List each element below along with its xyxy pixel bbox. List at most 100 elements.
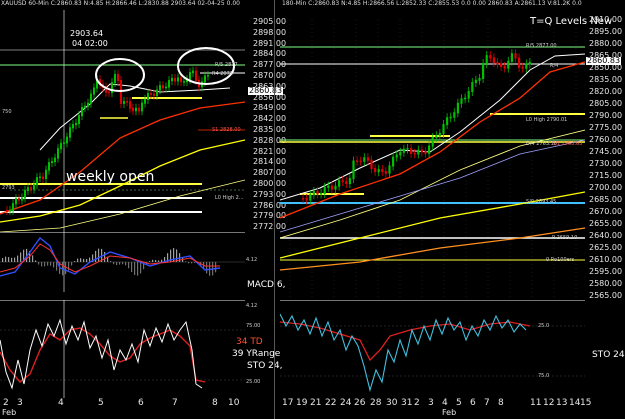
candle-body xyxy=(51,161,53,164)
candle-body xyxy=(141,102,143,112)
candle-body xyxy=(388,165,391,174)
candle-body xyxy=(204,75,206,83)
candle-body xyxy=(159,85,161,91)
right-level-s0: S/0 2693.45 xyxy=(526,199,557,205)
candle-body xyxy=(507,60,510,69)
candle-body xyxy=(18,198,20,201)
candle-body xyxy=(410,148,413,155)
right-date-axis[interactable]: 17 19 21 22 24 26 28 30 31 2 3 4 5 6 7 8 11 12 13 14 15 Feb xyxy=(280,398,591,419)
candle-body xyxy=(431,137,434,147)
candle-body xyxy=(492,57,495,64)
right-sto-tick-upper: 25.0 xyxy=(538,323,550,329)
macd-bar xyxy=(185,261,187,262)
candle-body xyxy=(75,122,77,126)
macd-bar xyxy=(206,262,208,274)
left-date-tick: 10 xyxy=(228,398,240,408)
candle-body xyxy=(424,151,427,154)
candle-body xyxy=(438,132,441,137)
candle-body xyxy=(111,82,113,94)
sto-tick-upper: 75.00 xyxy=(246,323,261,329)
macd-bar xyxy=(32,255,34,262)
candle-body xyxy=(528,61,531,65)
macd-bar xyxy=(47,262,49,266)
macd-bar xyxy=(137,262,139,276)
left-level-r5: R/5 2877 xyxy=(215,62,238,68)
candle-body xyxy=(156,89,158,96)
macd-bar xyxy=(119,262,121,265)
right-date-tick: 21 xyxy=(310,398,322,408)
sto-canvas xyxy=(0,300,245,398)
right-month-label: Feb xyxy=(442,408,457,417)
right-date-tick: 2 xyxy=(414,398,420,408)
left-level-s2: 2793 xyxy=(2,185,15,191)
candle-body xyxy=(334,185,337,190)
right-level-p: P 2659.10 xyxy=(552,235,578,241)
macd-bar xyxy=(215,262,217,273)
candle-body xyxy=(471,82,474,92)
candle-body xyxy=(15,198,17,205)
candle-body xyxy=(327,185,330,188)
left-price-chart[interactable]: XAUUSD 60-Min C:2860.83 N:4.85 H:2866.46… xyxy=(0,0,245,232)
right-price-axis[interactable]: 2910.00 2895.00 2880.00 2865.00 2850.00 2835.… xyxy=(585,0,625,300)
macd-bar xyxy=(158,260,160,262)
candle-body xyxy=(485,55,488,65)
left-level-side-750: 750 xyxy=(2,109,12,115)
right-price-tick: 2745.00 xyxy=(589,147,623,156)
candle-body xyxy=(12,203,14,211)
hover-price-readout: 2903.64 xyxy=(70,29,104,38)
macd-bar xyxy=(161,259,163,262)
right-price-tick: 2730.00 xyxy=(589,159,623,168)
macd-bar xyxy=(191,262,193,264)
macd-bar xyxy=(188,262,190,264)
macd-bar xyxy=(125,262,127,266)
candle-body xyxy=(395,154,398,158)
left-sto-panel[interactable]: 75.00 25.00 xyxy=(0,300,260,398)
macd-bar xyxy=(80,258,82,262)
right-price-tick: 2670.00 xyxy=(589,207,623,216)
macd-bar xyxy=(74,261,76,262)
right-price-tick: 2625.00 xyxy=(589,243,623,252)
candle-body xyxy=(514,53,517,59)
right-sto-label: STO 24 xyxy=(592,350,625,360)
candle-body xyxy=(84,105,86,109)
left-macd-panel[interactable]: 4.12 4.12 xyxy=(0,232,257,309)
right-price-chart[interactable]: 180-Min C:2860.83 N:4.85 H:2866.56 L:285… xyxy=(280,0,612,300)
candle-body xyxy=(165,86,167,89)
candle-body xyxy=(449,116,452,119)
candle-body xyxy=(478,77,481,81)
candle-body xyxy=(33,184,35,190)
macd-bar xyxy=(194,262,196,263)
left-date-axis[interactable]: 2 3 4 5 6 7 8 10 Feb xyxy=(0,398,245,419)
right-sto-panel[interactable]: 25.0 75.0 xyxy=(280,300,585,398)
right-date-tick: 11 xyxy=(530,398,542,408)
right-date-tick: 8 xyxy=(498,398,504,408)
candle-body xyxy=(510,53,513,62)
right-level-l0: L0 High 2790.01 xyxy=(526,117,568,123)
candle-body xyxy=(123,101,125,104)
candle-body xyxy=(525,63,528,69)
left-date-tick: 6 xyxy=(138,398,144,408)
macd-bar xyxy=(83,258,85,262)
right-date-tick: 30 xyxy=(386,398,398,408)
macd-tick-upper: 4.12 xyxy=(246,257,258,263)
right-level-r4: R/4 xyxy=(550,63,559,69)
macd-bar xyxy=(14,257,16,262)
candle-body xyxy=(370,159,373,170)
right-price-tick: 2700.00 xyxy=(589,183,623,192)
td-label: 34 TD xyxy=(236,337,263,347)
candle-body xyxy=(453,112,456,118)
right-date-tick: 7 xyxy=(484,398,490,408)
right-current-price-tag: 2860.83 xyxy=(586,56,622,65)
candle-body xyxy=(162,85,164,89)
candle-body xyxy=(366,157,369,161)
macd-bar xyxy=(53,262,55,268)
candle-body xyxy=(48,162,50,171)
weekly-open-label: weekly open xyxy=(66,169,155,185)
candle-body xyxy=(54,157,56,163)
candle-body xyxy=(518,57,521,68)
right-price-tick: 2595.00 xyxy=(589,267,623,276)
macd-bar xyxy=(131,262,133,273)
candle-body xyxy=(174,77,176,82)
right-date-tick: 6 xyxy=(470,398,476,408)
macd-bar xyxy=(116,262,118,266)
